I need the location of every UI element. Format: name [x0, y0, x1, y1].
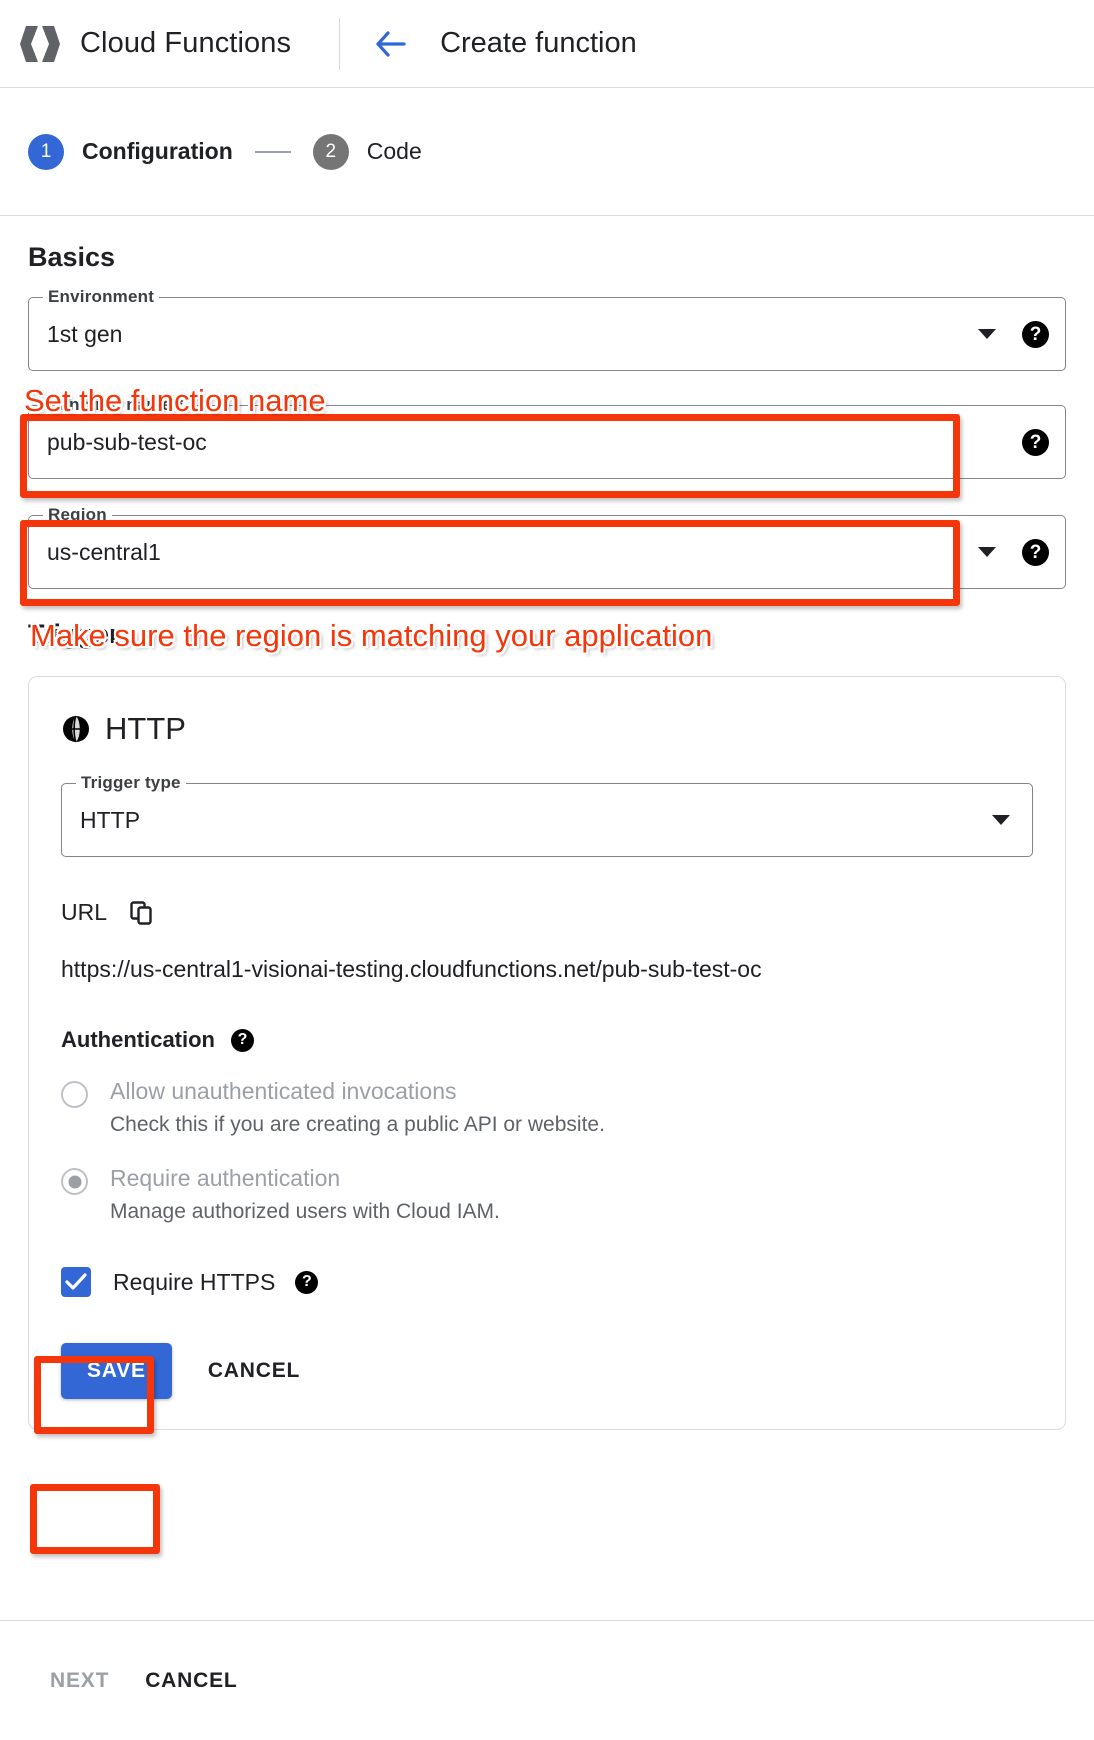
- url-value: https://us-central1-visionai-testing.clo…: [61, 956, 762, 982]
- radio-subtitle: Check this if you are creating a public …: [110, 1112, 605, 1136]
- function-name-input[interactable]: pub-sub-test-oc: [47, 429, 1022, 456]
- step-number-1: 1: [28, 133, 64, 170]
- radio-title: Require authentication: [110, 1165, 341, 1191]
- main-content: Basics Environment 1st gen ? Function na…: [0, 216, 1094, 1430]
- radio-allow-unauthenticated[interactable]: Allow unauthenticated invocations Check …: [61, 1077, 1033, 1138]
- authentication-row: Authentication ?: [61, 1027, 1033, 1053]
- trigger-card: HTTP Trigger type HTTP URL https://us-ce…: [28, 676, 1066, 1430]
- globe-icon: [61, 714, 91, 744]
- radio-subtitle: Manage authorized users with Cloud IAM.: [110, 1199, 500, 1223]
- appbar-divider: [339, 17, 341, 70]
- url-label: URL: [61, 899, 108, 925]
- trigger-type-label: Trigger type: [76, 773, 186, 793]
- stepper: 1 Configuration 2 Code: [0, 88, 1094, 216]
- trigger-card-actions: SAVE CANCEL: [61, 1343, 1033, 1399]
- trigger-type-value: HTTP: [80, 806, 141, 833]
- environment-value: 1st gen: [47, 320, 123, 347]
- chevron-down-icon[interactable]: [992, 815, 1010, 825]
- step-label-configuration: Configuration: [82, 138, 233, 164]
- page-title: Create function: [440, 27, 637, 59]
- trigger-card-title: HTTP: [61, 711, 1033, 747]
- save-button[interactable]: SAVE: [61, 1343, 172, 1399]
- checkbox-icon-checked[interactable]: [61, 1267, 91, 1297]
- help-icon[interactable]: ?: [231, 1028, 254, 1052]
- trigger-heading: Trigger: [28, 619, 120, 649]
- url-row: URL: [61, 899, 1033, 926]
- environment-select[interactable]: Environment 1st gen ?: [28, 287, 1066, 371]
- basics-heading: Basics: [28, 242, 116, 272]
- chevron-down-icon[interactable]: [978, 329, 996, 339]
- region-value: us-central1: [47, 538, 161, 565]
- next-button[interactable]: NEXT: [36, 1653, 127, 1709]
- trigger-cancel-button[interactable]: CANCEL: [190, 1343, 318, 1399]
- help-icon[interactable]: ?: [295, 1270, 319, 1294]
- app-bar: Cloud Functions Create function: [0, 0, 1094, 88]
- region-select[interactable]: Region us-central1 ?: [28, 505, 1066, 589]
- radio-icon[interactable]: [61, 1081, 88, 1108]
- function-name-label: Function name *: [43, 395, 189, 415]
- region-label: Region: [43, 505, 112, 525]
- radio-icon-selected[interactable]: [61, 1168, 88, 1195]
- help-icon[interactable]: ?: [1022, 538, 1049, 566]
- require-https-row[interactable]: Require HTTPS ?: [61, 1267, 1033, 1297]
- step-configuration[interactable]: 1 Configuration: [28, 133, 233, 170]
- trigger-type-select[interactable]: Trigger type HTTP: [61, 773, 1033, 857]
- radio-title: Allow unauthenticated invocations: [110, 1078, 457, 1104]
- help-icon[interactable]: ?: [1022, 320, 1049, 348]
- authentication-label: Authentication: [61, 1027, 215, 1052]
- step-code[interactable]: 2 Code: [312, 133, 422, 170]
- step-label-code: Code: [366, 138, 422, 164]
- footer-cancel-button[interactable]: CANCEL: [127, 1653, 255, 1709]
- radio-require-authentication[interactable]: Require authentication Manage authorized…: [61, 1164, 1033, 1225]
- help-icon[interactable]: ?: [1022, 428, 1049, 456]
- environment-label: Environment: [43, 287, 160, 307]
- chevron-down-icon[interactable]: [978, 547, 996, 557]
- copy-icon[interactable]: [129, 900, 155, 926]
- function-name-field[interactable]: Function name * pub-sub-test-oc ?: [28, 395, 1066, 479]
- back-arrow-icon[interactable]: [374, 27, 408, 61]
- step-number-2: 2: [312, 133, 349, 170]
- product-title: Cloud Functions: [80, 27, 292, 59]
- trigger-card-title-text: HTTP: [105, 711, 186, 746]
- highlight-next-button: [30, 1484, 160, 1554]
- step-connector: [254, 150, 291, 153]
- require-https-label: Require HTTPS: [113, 1268, 276, 1295]
- footer-actions: NEXT CANCEL: [0, 1620, 1094, 1740]
- cloud-functions-icon: [18, 22, 62, 66]
